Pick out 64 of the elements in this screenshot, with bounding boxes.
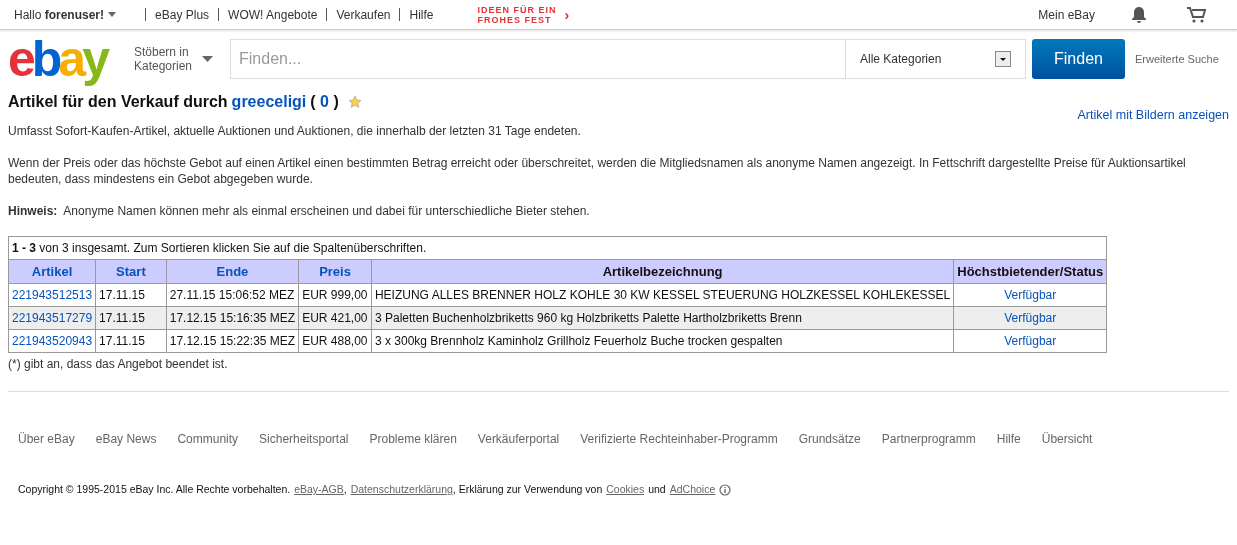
cookie-text: , Erklärung zur Verwendung von: [452, 482, 603, 498]
note-text: Hinweis: Anonyme Namen können mehr als einmal erscheinen und dabei für unterschiedliche Bieter stehen.: [8, 202, 591, 219]
footer-link[interactable]: Übersicht: [1041, 430, 1093, 449]
browse-categories-button[interactable]: Stöbern in Kategorien: [134, 45, 224, 73]
feedback-score: ( 0 ): [310, 92, 339, 112]
caret-icon: [108, 12, 117, 17]
greeting-menu[interactable]: Hallo forenuser!: [14, 5, 117, 24]
column-header[interactable]: Preis: [298, 259, 372, 284]
footer-link[interactable]: Partnerprogramm: [881, 430, 976, 449]
search-button[interactable]: Finden: [1032, 39, 1125, 79]
seller-link[interactable]: greeceligi: [231, 90, 307, 114]
cookies-link[interactable]: Cookies: [606, 482, 645, 498]
intro-text: Umfasst Sofort-Kaufen-Artikel, aktuelle Auktionen und Auktionen, die innerhalb der letzten 31 Tage endeten.: [8, 122, 582, 139]
table-cell: EUR 999,00: [302, 288, 368, 303]
page-title: Artikel für den Verkauf durch: [8, 92, 228, 112]
top-link[interactable]: Hilfe: [409, 5, 434, 24]
column-header[interactable]: Ende: [166, 259, 299, 284]
info-icon[interactable]: [719, 484, 732, 497]
footer-link[interactable]: Grundsätze: [798, 430, 861, 449]
footnote-text: (*) gibt an, dass das Angebot beendet ist.: [8, 356, 229, 374]
and-text: und: [648, 482, 666, 498]
column-header[interactable]: Start: [95, 259, 167, 284]
footer-link[interactable]: Sicherheitsportal: [259, 430, 349, 449]
notification-bell-icon[interactable]: [1131, 5, 1147, 24]
table-cell: 17.12.15 15:16:35 MEZ: [169, 311, 296, 326]
show-pictures-link[interactable]: Artikel mit Bildern anzeigen: [1077, 106, 1229, 125]
ebay-logo[interactable]: ebay: [8, 34, 132, 84]
table-cell: 3 x 300kg Brennholz Kaminholz Grillholz Feuerholz Buche trocken gespalten: [374, 334, 783, 349]
adchoice-link[interactable]: AdChoice: [669, 482, 716, 498]
table-cell: 17.12.15 15:22:35 MEZ: [169, 334, 296, 349]
top-link[interactable]: Verkaufen: [336, 5, 391, 24]
star-icon: [346, 94, 363, 110]
top-link[interactable]: eBay Plus: [155, 5, 210, 24]
table-cell: 17.11.15: [99, 311, 145, 326]
table-cell: HEIZUNG ALLES BRENNER HOLZ KOHLE 30 KW KESSEL STEUERUNG HOLZKESSEL KOHLEKESSEL: [374, 288, 951, 303]
top-link[interactable]: WOW! Angebote: [228, 5, 318, 24]
privacy-link[interactable]: Datenschutzerklärung: [350, 482, 453, 498]
cart-icon[interactable]: [1187, 6, 1207, 23]
table-cell: 27.11.15 15:06:52 MEZ: [169, 288, 295, 303]
column-header: Höchstbietender/Status: [953, 259, 1107, 284]
table-cell: EUR 421,00: [302, 311, 368, 326]
comma-text: ,: [343, 482, 347, 498]
info-text: Wenn der Preis oder das höchste Gebot auf einen Artikel einen bestimmten Betrag erreicht oder überschreitet, werden die Mitgliedsnamen als anonyme Namen angezeigt. In Fettschrift dargestellte Preise für Auktionsartikel bedeuten, dass mindestens ein Gebot abgegeben wurde.: [8, 154, 1187, 187]
copyright-text: Copyright © 1995-2015 eBay Inc. Alle Rechte vorbehalten.: [18, 482, 291, 498]
advanced-search-link[interactable]: Erweiterte Suche: [1135, 50, 1219, 68]
table-cell: EUR 488,00: [302, 334, 368, 349]
results-summary: 1 - 3 von 3 insgesamt. Zum Sortieren klicken Sie auf die Spaltenüberschriften.: [12, 240, 427, 255]
footer-link[interactable]: Community: [177, 430, 239, 449]
footer-link[interactable]: Verifizierte Rechteinhaber-Programm: [580, 430, 778, 449]
my-ebay-link[interactable]: Mein eBay: [1038, 5, 1095, 24]
table-cell: 17.11.15: [99, 334, 145, 349]
footer-link[interactable]: Verkäuferportal: [477, 430, 560, 449]
table-cell: 3 Paletten Buchenholzbriketts 960 kg Holzbriketts Palette Hartholzbriketts Brenn: [374, 311, 802, 326]
category-select[interactable]: Alle Kategorien: [846, 39, 1026, 79]
footer-link[interactable]: Über eBay: [18, 430, 75, 449]
column-header[interactable]: Artikel: [8, 259, 96, 284]
footer-link[interactable]: Hilfe: [996, 430, 1021, 449]
search-field[interactable]: Finden...: [230, 39, 846, 79]
table-cell: 17.11.15: [99, 288, 145, 303]
footer-link[interactable]: Probleme klären: [369, 430, 457, 449]
footer-link[interactable]: eBay News: [95, 430, 157, 449]
column-header: Artikelbezeichnung: [371, 259, 954, 284]
terms-link[interactable]: eBay-AGB: [294, 482, 344, 498]
caret-icon: [202, 56, 213, 62]
